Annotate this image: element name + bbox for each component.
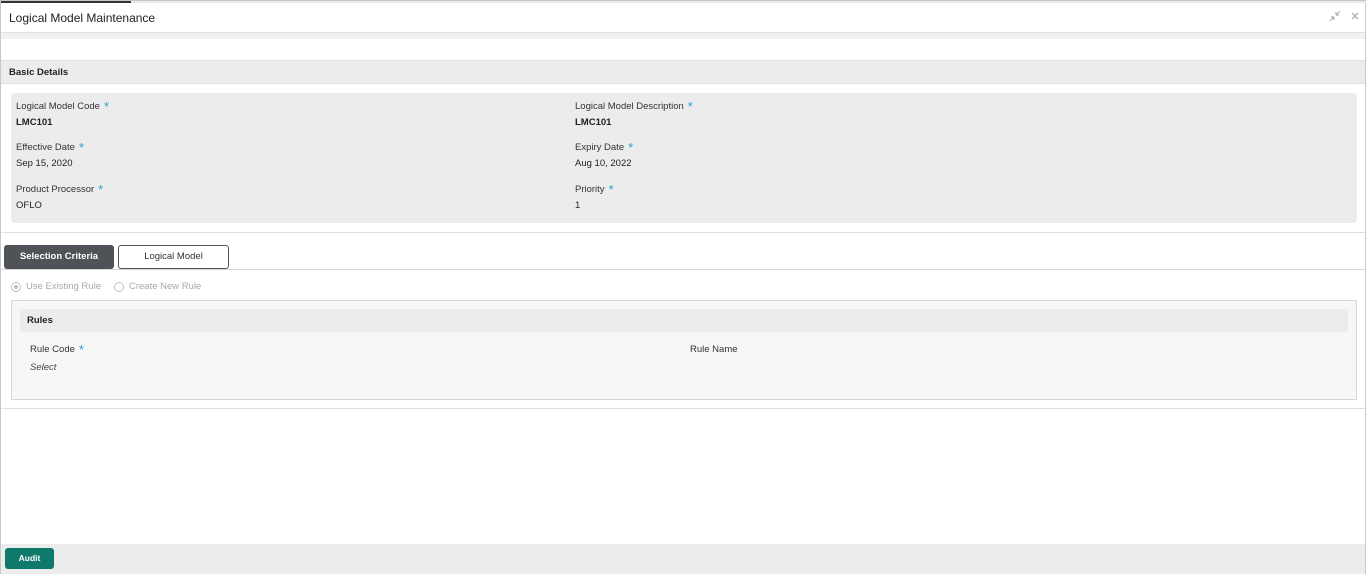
logical-model-description-value: LMC101 [575, 117, 612, 128]
rule-name-label: Rule Name [690, 344, 738, 355]
radio-use-existing-rule[interactable]: Use Existing Rule [11, 281, 101, 292]
collapse-arrows-icon[interactable] [1329, 10, 1341, 22]
footer-bar: Audit [1, 544, 1365, 574]
title-bar: Logical Model Maintenance [1, 3, 1365, 33]
rules-header: Rules [20, 309, 1348, 332]
tab-logical-model[interactable]: Logical Model [118, 245, 229, 269]
logical-model-code-value: LMC101 [16, 117, 53, 128]
priority-value: 1 [575, 200, 581, 211]
radio-unselected-icon [114, 281, 124, 292]
basic-details-header: Basic Details [1, 60, 1365, 84]
field-product-processor: Product Processor * OFLO [16, 182, 104, 211]
basic-details-panel: Logical Model Code * LMC101 Logical Model… [11, 93, 1357, 223]
basic-details-title: Basic Details [9, 67, 69, 78]
window-title: Logical Model Maintenance [9, 11, 156, 25]
effective-date-value: Sep 15, 2020 [16, 158, 73, 169]
tab-selection-criteria[interactable]: Selection Criteria [4, 245, 114, 269]
radio-create-new-rule[interactable]: Create New Rule [114, 281, 201, 292]
expiry-date-value: Aug 10, 2022 [575, 158, 632, 169]
close-icon[interactable] [1349, 10, 1361, 22]
field-effective-date: Effective Date * Sep 15, 2020 [16, 140, 85, 169]
logical-model-maintenance-window: Logical Model Maintenance Basic Details … [0, 0, 1366, 574]
field-logical-model-description: Logical Model Description * LMC101 [575, 99, 693, 128]
product-processor-value: OFLO [16, 200, 42, 211]
field-expiry-date: Expiry Date * Aug 10, 2022 [575, 140, 634, 169]
rules-panel: Rules Rule Code * Select Rule Name [11, 300, 1357, 400]
field-logical-model-code: Logical Model Code * LMC101 [16, 99, 110, 128]
rule-code-label: Rule Code * [30, 342, 84, 357]
field-priority: Priority * 1 [575, 182, 614, 211]
rule-code-select[interactable]: Select [30, 362, 56, 373]
audit-button[interactable]: Audit [5, 548, 54, 569]
radio-selected-icon [11, 281, 21, 292]
rules-title: Rules [27, 315, 53, 326]
